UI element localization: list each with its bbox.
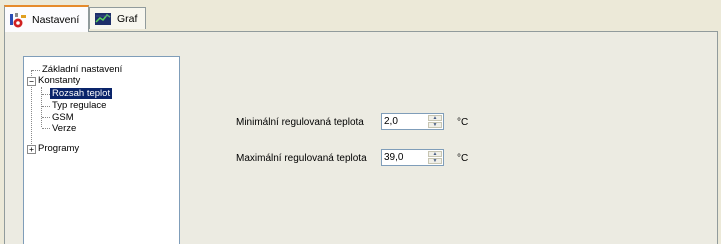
- spin-up-icon[interactable]: ▲: [428, 151, 442, 157]
- max-temp-value[interactable]: 39,0: [384, 152, 403, 163]
- min-temp-label: Minimální regulovaná teplota: [236, 117, 364, 128]
- settings-tree[interactable]: Základní nastavení − Konstanty Rozsah te…: [23, 56, 180, 244]
- min-temp-stepper[interactable]: 2,0 ▲ ▼: [381, 113, 444, 130]
- expand-icon[interactable]: +: [27, 145, 36, 154]
- min-temp-value[interactable]: 2,0: [384, 116, 398, 127]
- max-temp-stepper[interactable]: 39,0 ▲ ▼: [381, 149, 444, 166]
- tab-nastaveni[interactable]: Nastavení: [4, 5, 89, 32]
- min-temp-unit: °C: [457, 117, 469, 128]
- tree-item-verze[interactable]: Verze: [52, 123, 76, 134]
- tab-label: Graf: [117, 12, 138, 25]
- settings-icon: [9, 12, 27, 28]
- tree-item-typ-regulace[interactable]: Typ regulace: [52, 100, 106, 111]
- collapse-icon[interactable]: −: [27, 77, 36, 86]
- tree-item-gsm[interactable]: GSM: [52, 112, 74, 123]
- max-temp-label: Maximální regulovaná teplota: [236, 153, 367, 164]
- spin-down-icon[interactable]: ▼: [428, 158, 442, 164]
- tree-item-programy[interactable]: Programy: [38, 143, 79, 154]
- max-temp-unit: °C: [457, 153, 469, 164]
- tab-label: Nastavení: [32, 13, 80, 26]
- chart-icon: [94, 11, 112, 27]
- tab-graf[interactable]: Graf: [89, 7, 146, 29]
- spin-up-icon[interactable]: ▲: [428, 115, 442, 121]
- tab-strip: Nastavení Graf: [0, 0, 721, 32]
- tree-item-rozsah-teplot[interactable]: Rozsah teplot: [50, 88, 113, 99]
- tree-item-konstanty[interactable]: Konstanty: [38, 75, 80, 86]
- tree-item-zakladni-nastaveni[interactable]: Základní nastavení: [42, 64, 122, 75]
- spin-down-icon[interactable]: ▼: [428, 122, 442, 128]
